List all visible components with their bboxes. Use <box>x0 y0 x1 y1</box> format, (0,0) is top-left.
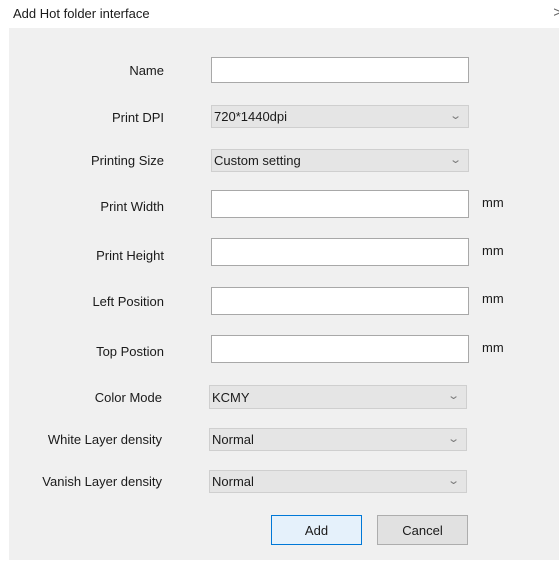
left-position-unit: mm <box>482 291 504 306</box>
white-layer-density-value: Normal <box>212 432 254 447</box>
window-title: Add Hot folder interface <box>13 6 150 21</box>
print-dpi-select[interactable]: 720*1440dpi ⌄ <box>211 105 469 128</box>
printing-size-select[interactable]: Custom setting ⌄ <box>211 149 469 172</box>
printing-size-value: Custom setting <box>214 153 301 168</box>
dialog-body: Name Print DPI 720*1440dpi ⌄ Printing Si… <box>9 28 559 560</box>
print-width-label: Print Width <box>100 199 164 214</box>
top-position-unit: mm <box>482 340 504 355</box>
color-mode-select[interactable]: KCMY ⌄ <box>209 385 467 409</box>
white-layer-density-select[interactable]: Normal ⌄ <box>209 428 467 451</box>
print-dpi-value: 720*1440dpi <box>214 109 288 124</box>
title-bar: Add Hot folder interface > <box>0 0 559 28</box>
top-position-label: Top Postion <box>96 344 164 359</box>
print-width-input[interactable] <box>211 190 469 218</box>
close-icon[interactable]: > <box>553 4 559 21</box>
name-label: Name <box>129 63 164 78</box>
top-position-input[interactable] <box>211 335 469 363</box>
printing-size-label: Printing Size <box>91 153 164 168</box>
add-button[interactable]: Add <box>271 515 362 545</box>
vanish-layer-density-label: Vanish Layer density <box>42 474 162 489</box>
white-layer-density-label: White Layer density <box>47 432 162 447</box>
chevron-down-icon: ⌄ <box>448 110 462 122</box>
left-position-label: Left Position <box>92 294 164 309</box>
chevron-down-icon: ⌄ <box>448 154 462 166</box>
color-mode-label: Color Mode <box>94 390 162 405</box>
print-height-label: Print Height <box>96 248 164 263</box>
chevron-down-icon: ⌄ <box>446 433 460 445</box>
cancel-button[interactable]: Cancel <box>377 515 468 545</box>
print-height-unit: mm <box>482 243 504 258</box>
chevron-down-icon: ⌄ <box>446 475 460 487</box>
name-input[interactable] <box>211 57 469 83</box>
print-width-unit: mm <box>482 195 504 210</box>
chevron-down-icon: ⌄ <box>446 390 460 402</box>
print-dpi-label: Print DPI <box>111 110 164 125</box>
print-height-input[interactable] <box>211 238 469 266</box>
vanish-layer-density-value: Normal <box>212 474 254 489</box>
color-mode-value: KCMY <box>212 389 250 405</box>
vanish-layer-density-select[interactable]: Normal ⌄ <box>209 470 467 493</box>
left-position-input[interactable] <box>211 287 469 315</box>
